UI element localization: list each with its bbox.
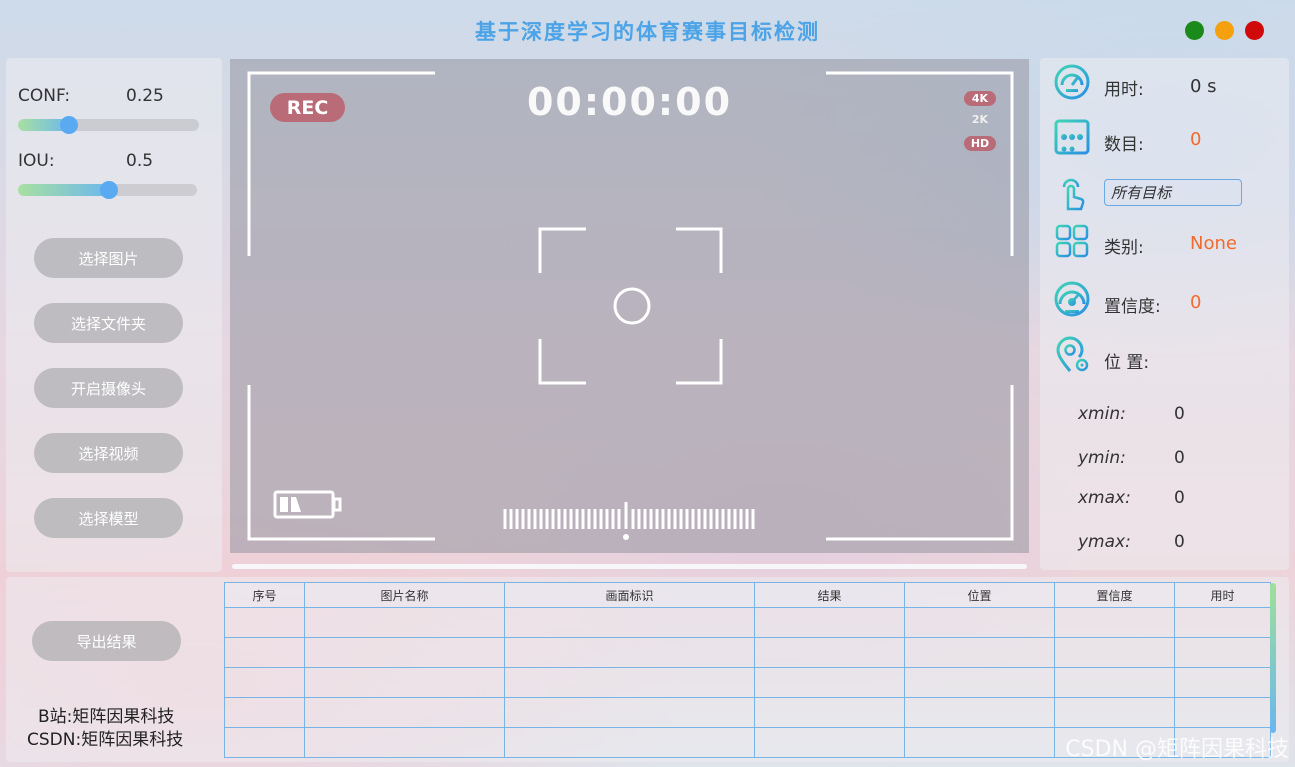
column-header-confidence[interactable]: 置信度 xyxy=(1054,582,1175,608)
table-row[interactable] xyxy=(224,667,1271,698)
csdn-credit: CSDN:矩阵因果科技 xyxy=(27,730,184,750)
location-pin-icon xyxy=(1056,336,1089,372)
tap-hand-icon xyxy=(1062,178,1085,211)
position-label: 位 置: xyxy=(1104,353,1150,373)
column-header-time[interactable]: 用时 xyxy=(1174,582,1271,608)
xmin-value: 0 xyxy=(1174,404,1185,424)
badge-2k: 2K xyxy=(971,113,989,126)
badge-hd: HD xyxy=(964,136,996,151)
select-image-button[interactable]: 选择图片 xyxy=(34,238,183,278)
count-label: 数目: xyxy=(1104,135,1144,155)
gauge-icon xyxy=(1054,281,1090,317)
speedometer-icon xyxy=(1054,64,1090,100)
class-label: 类别: xyxy=(1104,238,1144,258)
select-video-button[interactable]: 选择视频 xyxy=(34,433,183,473)
minimize-button[interactable] xyxy=(1185,21,1204,40)
select-model-button[interactable]: 选择模型 xyxy=(34,498,183,538)
table-scrollbar[interactable] xyxy=(1270,583,1276,733)
iou-slider-handle[interactable] xyxy=(100,181,118,199)
column-header-result[interactable]: 结果 xyxy=(754,582,905,608)
maximize-button[interactable] xyxy=(1215,21,1234,40)
ymin-value: 0 xyxy=(1174,448,1185,468)
time-value: 0 s xyxy=(1190,76,1217,97)
confidence-value: 0 xyxy=(1190,292,1202,313)
column-header-frame-id[interactable]: 画面标识 xyxy=(504,582,755,608)
ymin-label: ymin: xyxy=(1078,448,1126,468)
ymax-label: ymax: xyxy=(1078,532,1131,552)
column-header-image-name[interactable]: 图片名称 xyxy=(304,582,505,608)
column-header-position[interactable]: 位置 xyxy=(904,582,1055,608)
open-camera-button[interactable]: 开启摄像头 xyxy=(34,368,183,408)
csdn-watermark: CSDN @矩阵因果科技 xyxy=(1065,737,1289,762)
category-grid-icon xyxy=(1055,224,1089,258)
count-value: 0 xyxy=(1190,129,1202,150)
column-header-index[interactable]: 序号 xyxy=(224,582,305,608)
xmax-label: xmax: xyxy=(1078,488,1131,508)
time-label: 用时: xyxy=(1104,80,1144,100)
table-row[interactable] xyxy=(224,607,1271,638)
table-header-row: 序号 图片名称 画面标识 结果 位置 置信度 用时 xyxy=(224,582,1271,608)
table-row[interactable] xyxy=(224,637,1271,668)
iou-slider-fill xyxy=(18,184,110,196)
video-progress-bar[interactable] xyxy=(232,564,1027,569)
iou-value: 0.5 xyxy=(126,151,154,171)
class-value: None xyxy=(1190,233,1237,254)
table-row[interactable] xyxy=(224,697,1271,728)
target-select[interactable]: 所有目标 xyxy=(1104,179,1242,206)
bilibili-credit: B站:矩阵因果科技 xyxy=(38,707,175,727)
iou-label: IOU: xyxy=(18,151,55,171)
ymax-value: 0 xyxy=(1174,532,1185,552)
badge-4k: 4K xyxy=(964,91,996,106)
app-title: 基于深度学习的体育赛事目标检测 xyxy=(475,19,820,44)
xmax-value: 0 xyxy=(1174,488,1185,508)
viewfinder-overlay-graphic xyxy=(247,71,1014,541)
close-button[interactable] xyxy=(1245,21,1264,40)
export-results-button[interactable]: 导出结果 xyxy=(32,621,181,661)
select-folder-button[interactable]: 选择文件夹 xyxy=(34,303,183,343)
abacus-icon xyxy=(1054,119,1090,155)
xmin-label: xmin: xyxy=(1078,404,1126,424)
confidence-label: 置信度: xyxy=(1104,297,1161,317)
